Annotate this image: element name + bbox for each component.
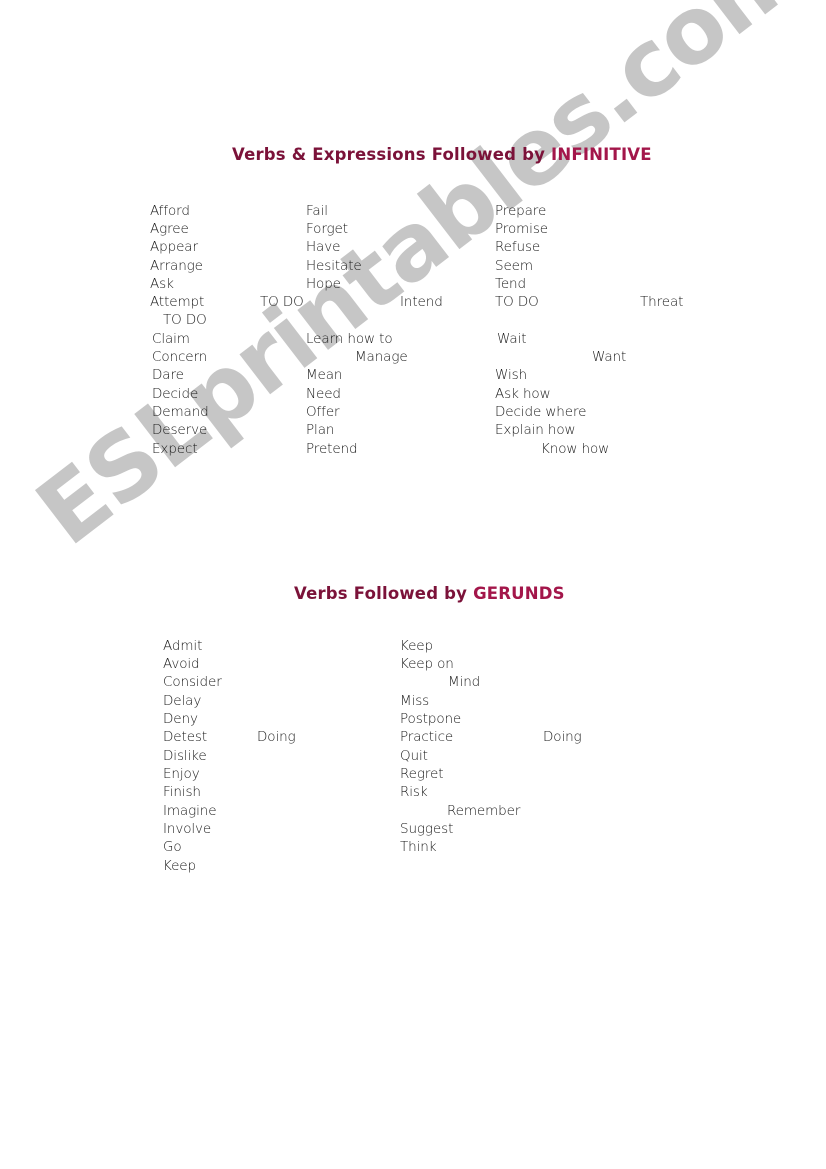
verb-entry: Tend	[495, 276, 526, 292]
verb-entry: Claim	[152, 331, 190, 347]
verb-entry: Deny	[163, 711, 198, 727]
verb-entry: Mean	[306, 367, 343, 383]
worksheet-page: ESLprintables.com Verbs & Expressions Fo…	[0, 0, 826, 1169]
verb-entry: Offer	[306, 404, 340, 420]
verb-entry: Avoid	[163, 656, 200, 672]
verb-entry: Want	[592, 349, 627, 365]
verb-entry: Miss	[400, 693, 430, 709]
verb-entry: Threat	[640, 294, 684, 310]
verb-entry: Attempt	[150, 294, 205, 310]
verb-entry: Deserve	[152, 422, 208, 438]
verb-entry: Enjoy	[163, 766, 200, 782]
verb-entry: Imagine	[163, 803, 217, 819]
verb-entry: Hope	[306, 276, 341, 292]
verb-entry: Admit	[163, 638, 203, 654]
verb-entry: Pretend	[306, 441, 358, 457]
verb-entry: Plan	[306, 422, 335, 438]
section-heading-gerunds: Verbs Followed by GERUNDS	[294, 584, 565, 603]
heading-emphasis-gerunds: GERUNDS	[473, 584, 565, 603]
verb-entry: Keep on	[400, 656, 454, 672]
verb-entry: Intend	[400, 294, 443, 310]
verb-entry: Ask how	[495, 386, 551, 402]
verb-entry: Decide where	[495, 404, 587, 420]
verb-entry: Consider	[163, 674, 222, 690]
verb-entry: Arrange	[150, 258, 203, 274]
verb-entry: Wish	[495, 367, 527, 383]
verb-entry: Appear	[150, 239, 198, 255]
verb-entry: Keep	[400, 638, 433, 654]
verb-entry: Dare	[152, 367, 184, 383]
verb-entry: Have	[306, 239, 341, 255]
verb-entry: Think	[400, 839, 437, 855]
verb-entry: Mind	[448, 674, 481, 690]
verb-entry: Concern	[152, 349, 208, 365]
verb-entry: Risk	[400, 784, 428, 800]
verb-entry: Fail	[306, 203, 328, 219]
verb-entry: Dislike	[163, 748, 207, 764]
verb-entry: Seem	[495, 258, 533, 274]
verb-entry: Involve	[163, 821, 212, 837]
verb-entry: Promise	[495, 221, 548, 237]
verb-entry: Suggest	[400, 821, 454, 837]
verb-entry: Delay	[163, 693, 202, 709]
heading-prefix-infinitive: Verbs & Expressions Followed by	[232, 145, 551, 164]
verb-entry: Learn how to	[306, 331, 393, 347]
verb-entry: TO DO	[495, 294, 539, 310]
verb-entry: Manage	[355, 349, 408, 365]
verb-entry: Quit	[400, 748, 428, 764]
verb-entry: TO DO	[163, 312, 207, 328]
verb-entry: Prepare	[495, 203, 547, 219]
verb-entry: Practice	[400, 729, 454, 745]
section-heading-infinitive: Verbs & Expressions Followed by INFINITI…	[232, 145, 652, 164]
verb-entry: Remember	[447, 803, 521, 819]
verb-entry: Expect	[152, 441, 198, 457]
verb-entry: Regret	[400, 766, 444, 782]
verb-entry: Doing	[543, 729, 582, 745]
heading-emphasis-infinitive: INFINITIVE	[551, 145, 652, 164]
verb-entry: Doing	[257, 729, 296, 745]
verb-entry: Agree	[150, 221, 189, 237]
worksheet-content: Verbs & Expressions Followed by INFINITI…	[0, 0, 826, 1169]
verb-entry: Wait	[497, 331, 527, 347]
verb-entry: Forget	[306, 221, 348, 237]
verb-entry: Know how	[541, 441, 610, 457]
verb-entry: Postpone	[400, 711, 462, 727]
verb-entry: Decide	[152, 386, 199, 402]
verb-entry: Explain how	[495, 422, 576, 438]
verb-entry: Afford	[150, 203, 190, 219]
verb-entry: TO DO	[260, 294, 304, 310]
verb-entry: Go	[163, 839, 182, 855]
verb-entry: Demand	[152, 404, 209, 420]
verb-entry: Finish	[163, 784, 201, 800]
verb-entry: Need	[306, 386, 341, 402]
verb-entry: Refuse	[495, 239, 541, 255]
heading-prefix-gerunds: Verbs Followed by	[294, 584, 474, 603]
verb-entry: Ask	[150, 276, 174, 292]
verb-entry: Keep	[163, 858, 196, 874]
verb-entry: Detest	[163, 729, 208, 745]
verb-entry: Hesitate	[306, 258, 362, 274]
